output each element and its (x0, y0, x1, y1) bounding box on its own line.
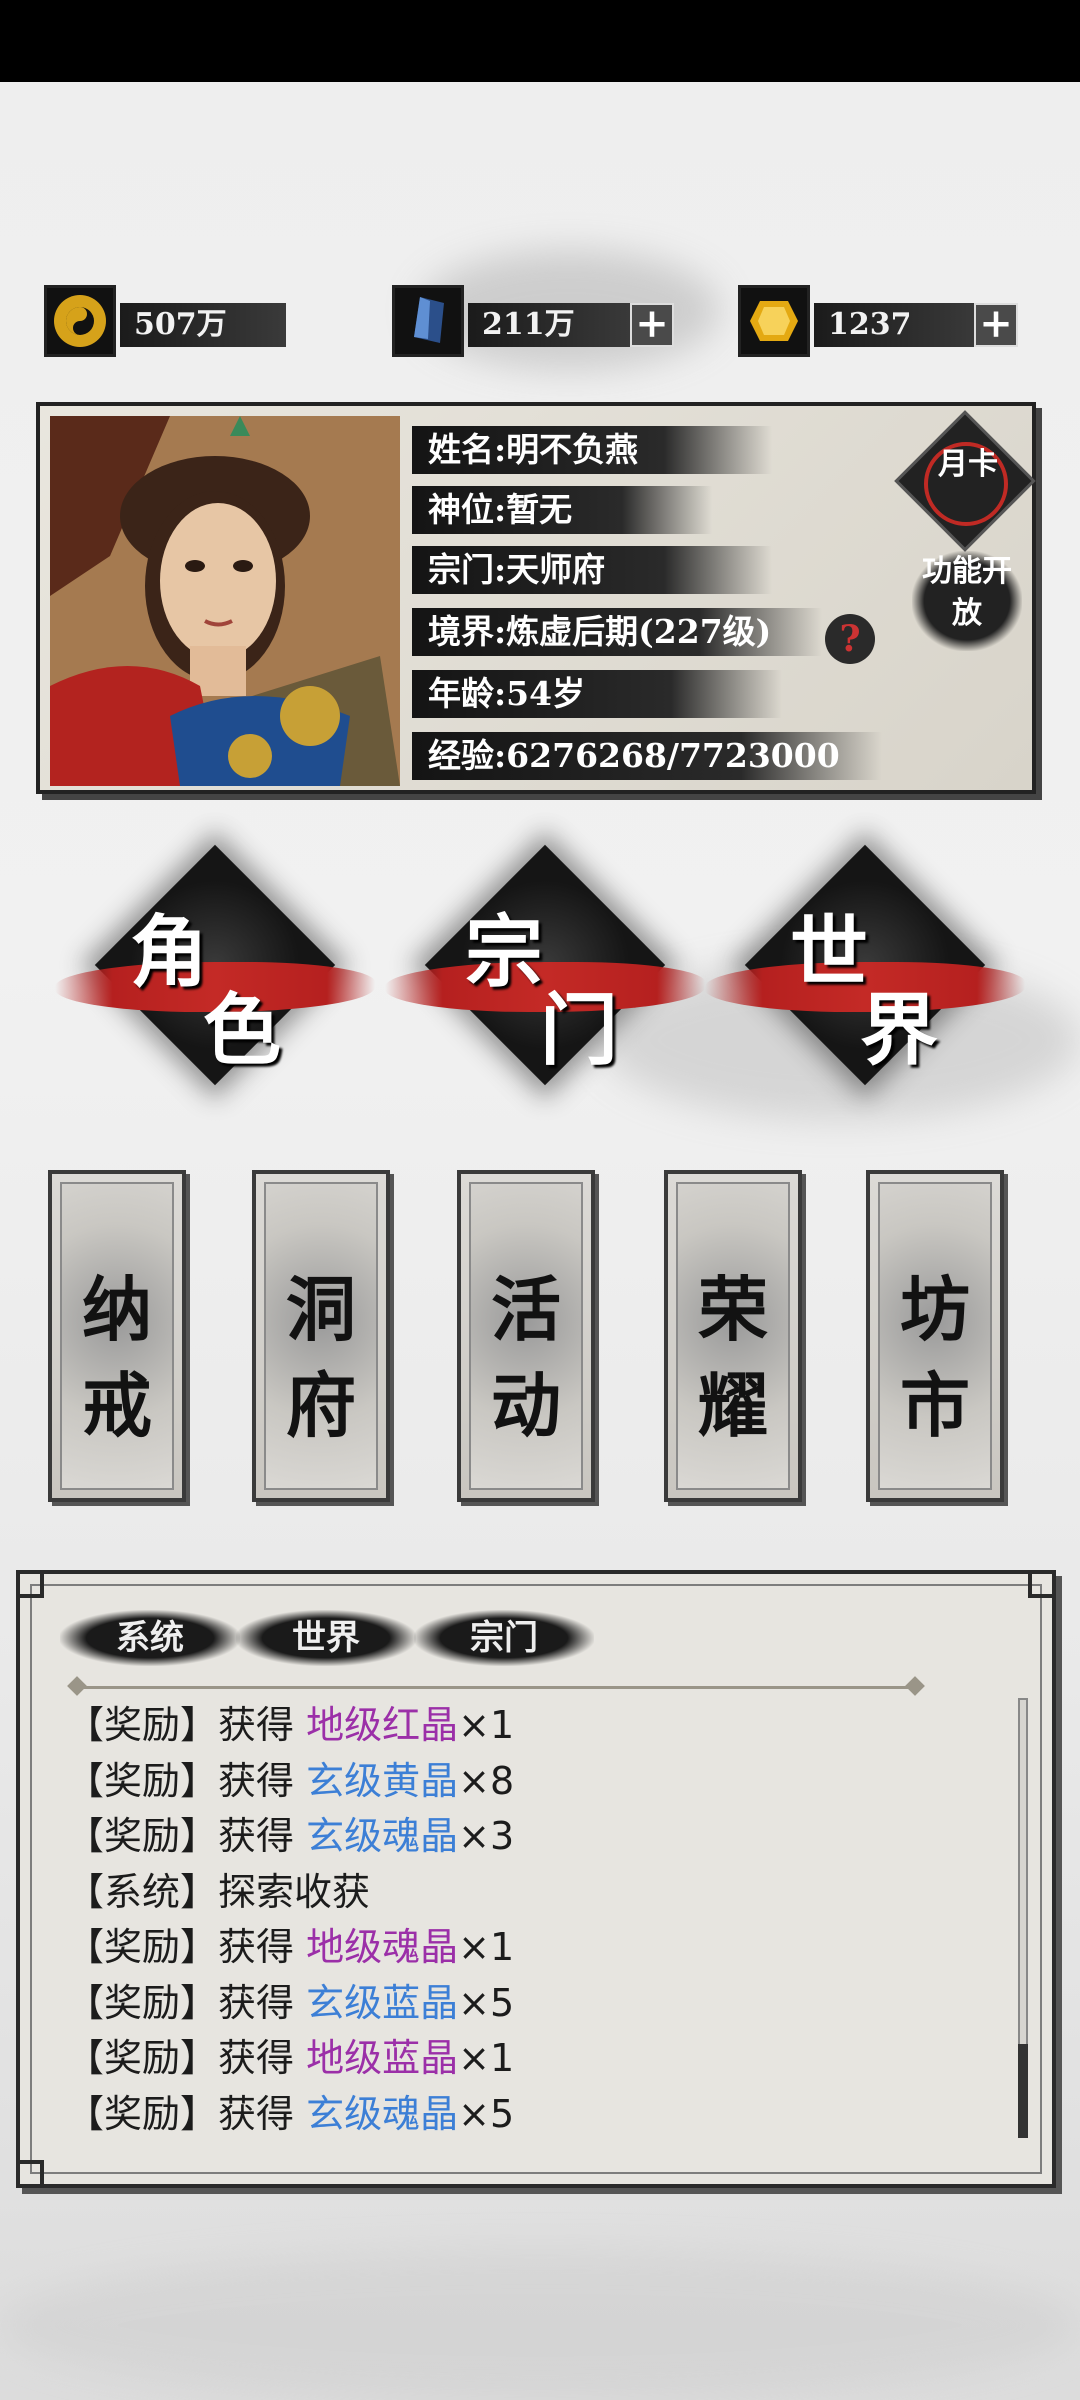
chat-message-tag: 【系统】 (66, 1869, 219, 1914)
storage-ring-button[interactable]: 纳 戒 (48, 1170, 186, 1502)
chat-message-tag: 【奖励】 (66, 1925, 219, 1969)
chat-message-list: 【奖励】获得 地级红晶×1 【奖励】获得 玄级黄晶×8 【奖励】获得 玄级魂晶×3 【… (66, 1698, 996, 2142)
chat-panel: 系统 世界 宗门 【奖励】获得 地级红晶×1 【奖励】获得 玄级黄晶×8 【奖励】获… (16, 1570, 1056, 2188)
chat-message-item: 地级魂晶 (306, 1925, 459, 1969)
exp-row: 经验:6276268/7723000 (412, 732, 882, 780)
chat-message-text: 获得 (218, 1980, 307, 2025)
character-label-bottom: 色 (203, 985, 282, 1076)
events-button[interactable]: 活 动 (457, 1170, 595, 1502)
sect-row: 宗门:天师府 (412, 546, 772, 594)
panel-corner (1028, 1570, 1056, 1598)
resource-coins: 507万 (44, 285, 288, 361)
chat-message-qty: ×1 (458, 1925, 515, 1969)
main-menu-sect[interactable]: 宗 门 (385, 844, 705, 1110)
background-ink-ground (0, 2250, 1080, 2400)
world-label-top: 世 (790, 907, 869, 998)
chat-message-qty: ×5 (458, 1980, 515, 2025)
chat-message-qty: ×3 (458, 1814, 515, 1858)
chat-message-tag: 【奖励】 (66, 1814, 219, 1858)
chat-message: 【奖励】获得 玄级蓝晶×5 (66, 1976, 996, 2032)
chat-divider (76, 1686, 916, 1689)
status-bar (0, 0, 1080, 82)
market-button[interactable]: 坊 市 (866, 1170, 1004, 1502)
resource-gems: 1237 + (738, 285, 1022, 361)
profile-panel: 姓名:明不负燕 神位:暂无 宗门:天师府 境界:炼虚后期(227级) ? 年龄:… (36, 402, 1036, 794)
age-row: 年龄:54岁 (412, 670, 782, 718)
chat-message-item: 玄级魂晶 (306, 2091, 459, 2136)
chat-message-tag: 【奖励】 (66, 1703, 219, 1747)
chat-message-tag: 【奖励】 (66, 1758, 219, 1803)
chat-message-text: 获得 (218, 2091, 307, 2136)
character-portrait[interactable] (50, 416, 400, 786)
chat-message-text: 获得 (218, 1703, 307, 1747)
add-gems-button[interactable]: + (974, 303, 1018, 347)
tab-system[interactable]: 系统 (60, 1610, 240, 1666)
glory-button[interactable]: 荣 耀 (664, 1170, 802, 1502)
chat-message-text: 获得 (218, 1758, 307, 1803)
chat-message-item: 玄级黄晶 (306, 1758, 459, 1803)
chat-message-item: 地级蓝晶 (306, 2036, 459, 2080)
tab-sect[interactable]: 宗门 (414, 1610, 594, 1666)
chat-message: 【奖励】获得 玄级魂晶×5 (66, 2087, 996, 2143)
tab-world[interactable]: 世界 (236, 1610, 416, 1666)
panel-corner (16, 2160, 44, 2188)
world-label-bottom: 界 (860, 985, 939, 1076)
chat-message-item: 玄级蓝晶 (306, 1980, 459, 2025)
resource-crystals: 211万 + (392, 285, 676, 361)
chat-message-tag: 【奖励】 (66, 2036, 219, 2080)
main-menu-world[interactable]: 世 界 (705, 844, 1025, 1110)
sect-label-bottom: 门 (540, 985, 619, 1076)
chat-message: 【系统】探索收获 (66, 1865, 996, 1921)
chat-message-qty: ×1 (458, 1703, 515, 1747)
cave-dwelling-button[interactable]: 洞 府 (252, 1170, 390, 1502)
main-menu-character[interactable]: 角 色 (55, 844, 375, 1110)
chat-message-qty: ×1 (458, 2036, 515, 2080)
market-char-1: 坊 (900, 1268, 970, 1351)
month-card-button[interactable]: 月卡 (928, 446, 1008, 526)
cave-dwelling-char-2: 府 (286, 1364, 356, 1447)
chat-message-qty: ×5 (458, 2091, 515, 2136)
chat-message-tag: 【奖励】 (66, 2091, 219, 2136)
name-row: 姓名:明不负燕 (412, 426, 772, 474)
crystals-value: 211万 (468, 303, 634, 347)
chat-message-text: 获得 (218, 2036, 307, 2080)
cave-dwelling-char-1: 洞 (286, 1268, 356, 1351)
realm-help-icon[interactable]: ? (825, 614, 875, 664)
function-open-button[interactable]: 功能开放 (912, 551, 1022, 651)
taiji-coin-icon (44, 285, 116, 357)
chat-message: 【奖励】获得 玄级魂晶×3 (66, 1809, 996, 1865)
chat-message-text: 获得 (218, 1814, 307, 1858)
chat-message-text: 探索收获 (218, 1869, 371, 1914)
blue-crystal-icon (392, 285, 464, 357)
chat-message: 【奖励】获得 玄级黄晶×8 (66, 1754, 996, 1810)
panel-corner (16, 1570, 44, 1598)
glory-char-1: 荣 (698, 1268, 768, 1351)
chat-message: 【奖励】获得 地级魂晶×1 (66, 1920, 996, 1976)
events-char-1: 活 (491, 1268, 561, 1351)
coins-value: 507万 (120, 303, 286, 347)
storage-ring-char-2: 戒 (82, 1364, 152, 1447)
divine-rank-row: 神位:暂无 (412, 486, 712, 534)
chat-message-item: 地级红晶 (306, 1703, 459, 1747)
storage-ring-char-1: 纳 (82, 1268, 152, 1351)
market-char-2: 市 (900, 1364, 970, 1447)
gold-gem-icon (738, 285, 810, 357)
chat-message-tag: 【奖励】 (66, 1980, 219, 2025)
events-char-2: 动 (491, 1364, 561, 1447)
sect-label-top: 宗 (465, 907, 544, 998)
realm-row: 境界:炼虚后期(227级) (412, 608, 822, 656)
add-crystals-button[interactable]: + (630, 303, 674, 347)
chat-message-qty: ×8 (458, 1758, 515, 1803)
character-label-top: 角 (130, 907, 209, 998)
glory-char-2: 耀 (698, 1364, 768, 1447)
chat-message: 【奖励】获得 地级蓝晶×1 (66, 2031, 996, 2087)
chat-scrollbar-thumb[interactable] (1018, 2044, 1028, 2138)
gems-value: 1237 (814, 303, 980, 347)
chat-message-item: 玄级魂晶 (306, 1814, 459, 1858)
chat-message: 【奖励】获得 地级红晶×1 (66, 1698, 996, 1754)
chat-message-text: 获得 (218, 1925, 307, 1969)
